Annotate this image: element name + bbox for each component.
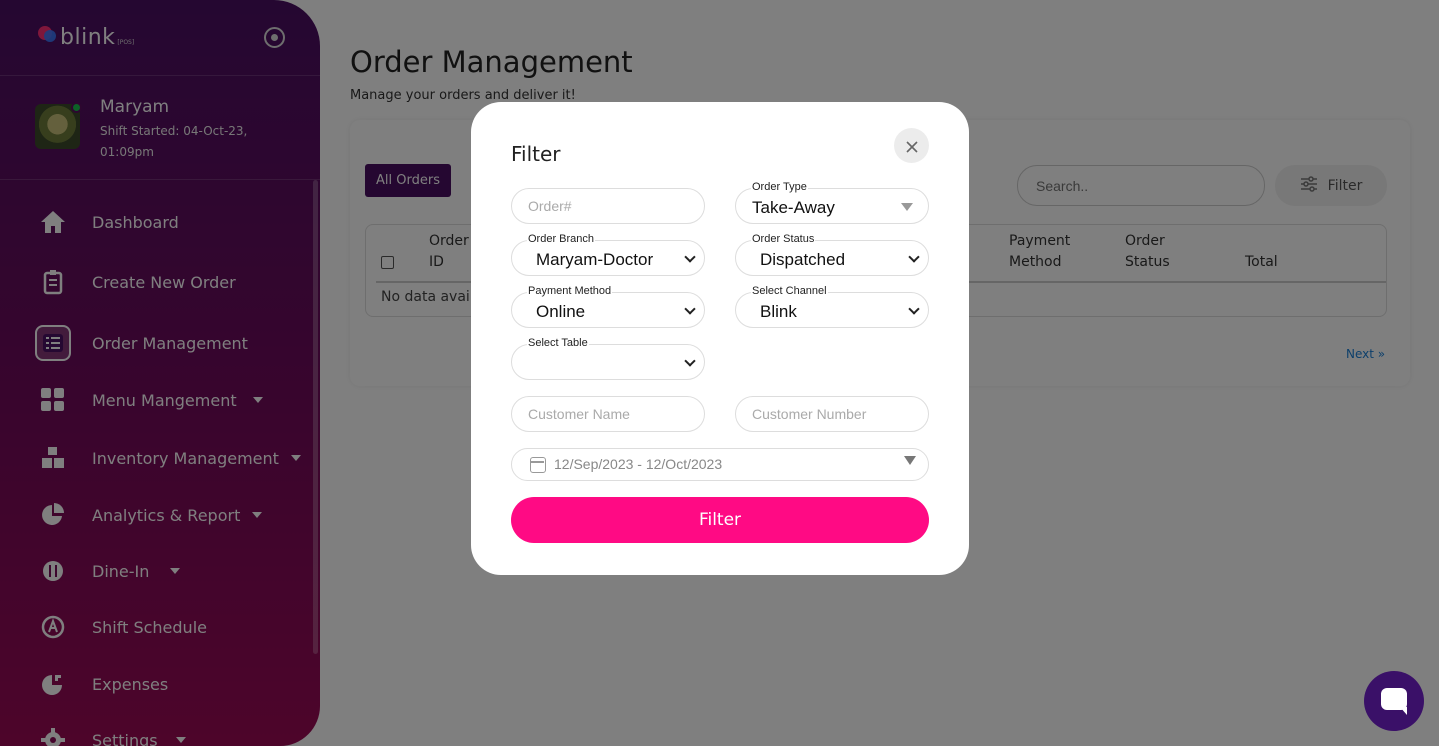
payment-method-label: Payment Method: [527, 285, 613, 297]
channel-value: Blink: [760, 302, 797, 321]
close-icon: [905, 134, 918, 158]
payment-method-select[interactable]: Payment Method Online: [511, 285, 705, 328]
chevron-down-icon: [684, 303, 696, 315]
order-branch-value: Maryam-Doctor: [536, 250, 654, 269]
filter-modal: Filter Order# Order Type Take-Away Order…: [471, 102, 969, 575]
order-number-input[interactable]: Order#: [511, 188, 705, 224]
customer-number-input[interactable]: Customer Number: [735, 396, 929, 432]
order-type-select[interactable]: Order Type Take-Away: [735, 181, 929, 224]
order-branch-label: Order Branch: [527, 233, 596, 245]
table-select[interactable]: Select Table: [511, 337, 705, 380]
close-button[interactable]: [894, 128, 929, 163]
date-range-value: 12/Sep/2023 - 12/Oct/2023: [554, 456, 723, 472]
order-status-select[interactable]: Order Status Dispatched: [735, 233, 929, 276]
chevron-down-icon: [684, 355, 696, 367]
channel-label: Select Channel: [751, 285, 828, 297]
chat-support-button[interactable]: [1364, 671, 1424, 731]
customer-name-input[interactable]: Customer Name: [511, 396, 705, 432]
apply-filter-button[interactable]: Filter: [511, 497, 929, 543]
channel-select[interactable]: Select Channel Blink: [735, 285, 929, 328]
order-status-label: Order Status: [751, 233, 816, 245]
order-status-value: Dispatched: [760, 250, 846, 269]
order-branch-select[interactable]: Order Branch Maryam-Doctor: [511, 233, 705, 276]
customer-name-placeholder: Customer Name: [528, 406, 630, 422]
chevron-down-icon: [908, 251, 920, 263]
table-label: Select Table: [527, 337, 589, 349]
order-type-value: Take-Away: [752, 198, 835, 217]
order-number-placeholder: Order#: [528, 198, 572, 214]
customer-number-placeholder: Customer Number: [752, 406, 867, 422]
order-type-label: Order Type: [751, 181, 808, 193]
caret-down-icon: [904, 456, 916, 465]
calendar-icon: [530, 457, 546, 473]
chevron-down-icon: [684, 251, 696, 263]
caret-down-icon: [901, 203, 913, 211]
chevron-down-icon: [908, 303, 920, 315]
chat-icon-tail: [1400, 707, 1407, 715]
date-range-picker[interactable]: 12/Sep/2023 - 12/Oct/2023: [511, 448, 929, 481]
modal-title: Filter: [511, 142, 561, 166]
payment-method-value: Online: [536, 302, 586, 321]
